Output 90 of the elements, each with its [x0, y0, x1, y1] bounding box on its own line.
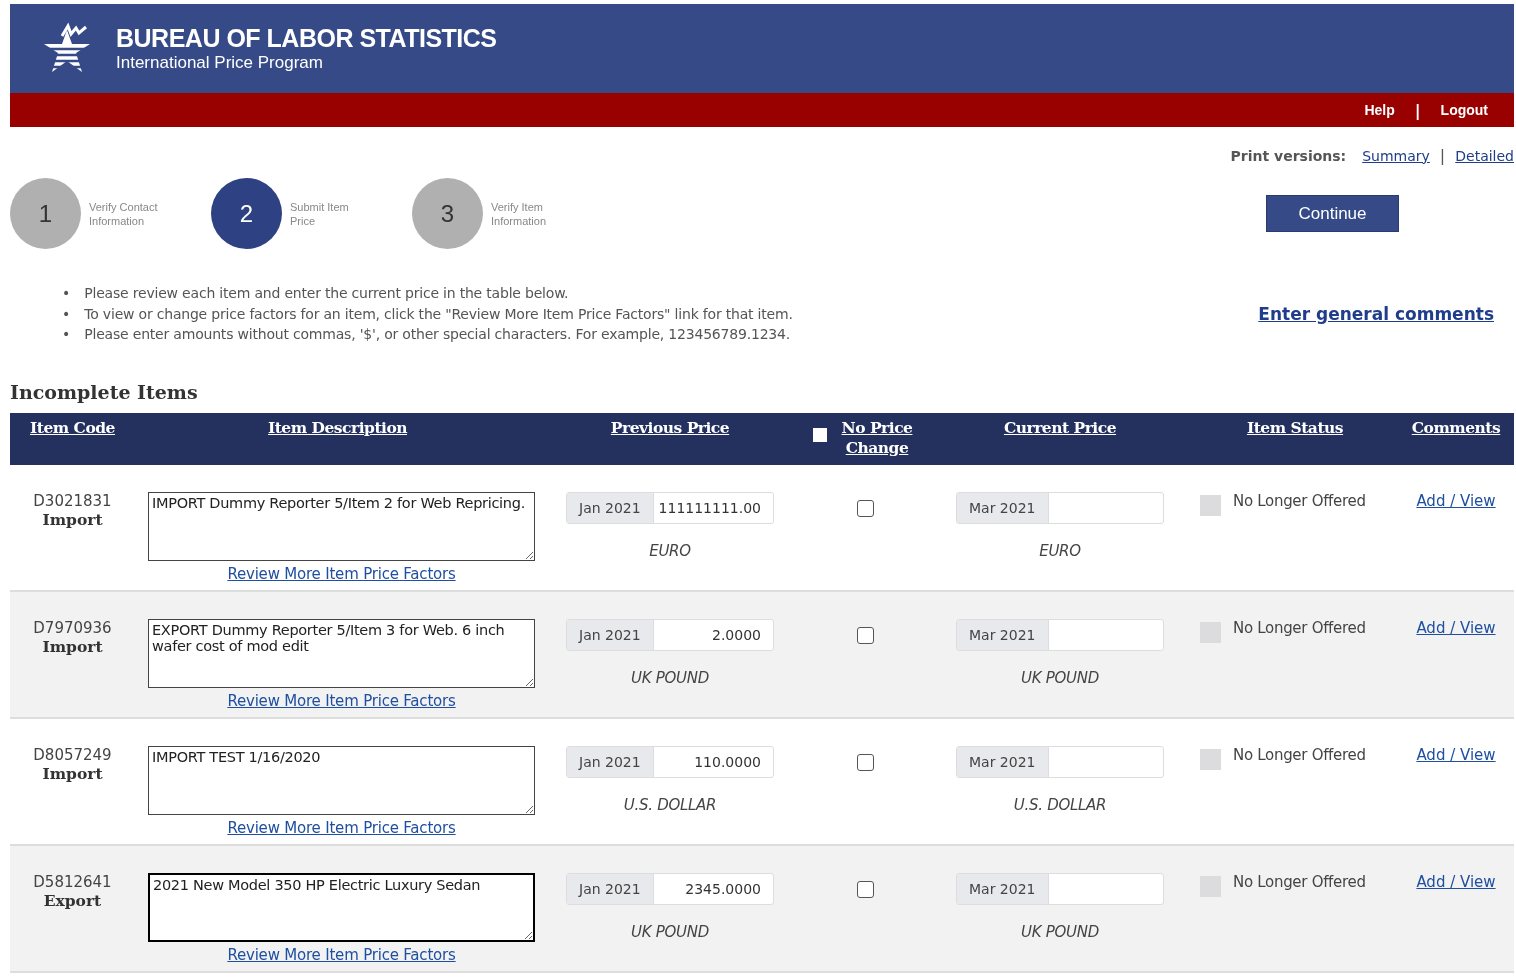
instruction-item: Please enter amounts without commas, '$', or other special characters. For example, 123456789.1234.: [84, 325, 791, 344]
continue-button[interactable]: Continue: [1266, 195, 1399, 232]
select-all-checkbox[interactable]: [813, 427, 827, 442]
print-link[interactable]: Summary: [1362, 147, 1430, 164]
description-field[interactable]: 2021 New Model 350 HP Electric Luxury Sedan: [148, 872, 535, 942]
period-label: Jan 2021: [567, 619, 654, 650]
column-header[interactable]: Current Price: [1003, 417, 1117, 438]
comments-link[interactable]: Add / View: [1416, 618, 1496, 637]
period-label: Jan 2021: [567, 873, 654, 904]
previous-price-field[interactable]: Jan 2021 2345.0000: [566, 872, 774, 905]
no-price-change-checkbox[interactable]: [856, 753, 874, 771]
period-label: Mar 2021: [957, 873, 1049, 904]
currency-label: UK POUND: [631, 668, 709, 687]
comments-link[interactable]: Add / View: [1416, 872, 1496, 891]
period-label: Mar 2021: [957, 746, 1049, 777]
period-label: Mar 2021: [957, 492, 1049, 523]
current-price-field[interactable]: Mar 2021: [956, 618, 1164, 651]
previous-price-field[interactable]: Jan 2021 111111111.00: [566, 491, 774, 524]
currency-label: U.S. DOLLAR: [623, 795, 717, 814]
step-label: Submit Item Price: [290, 199, 350, 228]
item-direction: Import: [42, 509, 103, 529]
currency-label: UK POUND: [1021, 668, 1099, 687]
item-direction: Import: [42, 763, 103, 783]
column-header[interactable]: Item Description: [267, 417, 408, 438]
currency-label: UK POUND: [631, 922, 709, 941]
item-code: D7970936: [33, 618, 112, 637]
nav-link[interactable]: Help: [1364, 102, 1395, 118]
column-header[interactable]: No Price Change: [837, 417, 917, 458]
price-value: 110.0000: [693, 752, 762, 772]
print-link[interactable]: Detailed: [1455, 147, 1514, 164]
item-direction: Export: [43, 890, 102, 910]
period-label: Mar 2021: [957, 619, 1049, 650]
item-code: D5812641: [33, 872, 112, 891]
item-code: D3021831: [33, 491, 112, 510]
no-price-change-checkbox[interactable]: [856, 880, 874, 898]
price-value: 2345.0000: [684, 879, 762, 899]
no-price-change-checkbox[interactable]: [856, 626, 874, 644]
currency-label: UK POUND: [1021, 922, 1099, 941]
status-label: No Longer Offered: [1233, 618, 1366, 637]
status-checkbox[interactable]: [1200, 748, 1221, 770]
site-subtitle: International Price Program: [116, 53, 324, 73]
description-field[interactable]: IMPORT TEST 1/16/2020: [148, 745, 535, 815]
step-circle: 1: [10, 178, 81, 249]
currency-label: EURO: [1039, 541, 1081, 560]
column-header[interactable]: Item Code: [30, 417, 115, 438]
status-label: No Longer Offered: [1233, 872, 1366, 891]
price-factors-link[interactable]: Review More Item Price Factors: [227, 691, 456, 710]
separator: |: [1414, 100, 1421, 120]
item-code: D8057249: [33, 745, 112, 764]
price-value: 2.0000: [711, 625, 762, 645]
column-header[interactable]: Comments: [1411, 417, 1501, 438]
price-factors-link[interactable]: Review More Item Price Factors: [227, 564, 456, 583]
general-comments-link[interactable]: Enter general comments: [1258, 303, 1494, 324]
previous-price-field[interactable]: Jan 2021 2.0000: [566, 618, 774, 651]
step-circle: 2: [211, 178, 282, 249]
currency-label: U.S. DOLLAR: [1013, 795, 1107, 814]
previous-price-field[interactable]: Jan 2021 110.0000: [566, 745, 774, 778]
step-label: Verify Contact Information: [89, 199, 159, 228]
site-title: BUREAU OF LABOR STATISTICS: [116, 24, 497, 53]
step-label: Verify Item Information: [491, 199, 548, 228]
column-header[interactable]: Previous Price: [610, 417, 730, 438]
current-price-field[interactable]: Mar 2021: [956, 745, 1164, 778]
bullet: •: [62, 304, 71, 324]
period-label: Jan 2021: [567, 492, 654, 523]
comments-link[interactable]: Add / View: [1416, 491, 1496, 510]
currency-label: EURO: [649, 541, 691, 560]
status-label: No Longer Offered: [1233, 745, 1366, 764]
current-price-field[interactable]: Mar 2021: [956, 491, 1164, 524]
current-price-field[interactable]: Mar 2021: [956, 872, 1164, 905]
description-field[interactable]: EXPORT Dummy Reporter 5/Item 3 for Web. 6 inch wafer cost of mod edit: [148, 618, 535, 688]
no-price-change-checkbox[interactable]: [856, 499, 874, 517]
period-label: Jan 2021: [567, 746, 654, 777]
description-field[interactable]: IMPORT Dummy Reporter 5/Item 2 for Web Repricing.: [148, 491, 535, 561]
price-value: 111111111.00: [657, 498, 762, 518]
column-header[interactable]: Item Status: [1246, 417, 1344, 438]
price-factors-link[interactable]: Review More Item Price Factors: [227, 945, 456, 964]
item-direction: Import: [42, 636, 103, 656]
bullet: •: [62, 284, 71, 303]
status-label: No Longer Offered: [1233, 491, 1366, 510]
instruction-item: Please review each item and enter the current price in the table below.: [84, 284, 569, 303]
nav-link[interactable]: Logout: [1440, 102, 1488, 118]
instruction-item: To view or change price factors for an item, click the "Review More Item Price Factors" link for that item.: [84, 304, 793, 324]
status-checkbox[interactable]: [1200, 494, 1221, 516]
step-circle: 3: [412, 178, 483, 249]
comments-link[interactable]: Add / View: [1416, 745, 1496, 764]
print-versions-label: Print versions:: [1230, 147, 1347, 164]
price-factors-link[interactable]: Review More Item Price Factors: [227, 818, 456, 837]
section-title: Incomplete Items: [10, 380, 199, 403]
separator: |: [1439, 146, 1446, 165]
bullet: •: [62, 325, 71, 344]
